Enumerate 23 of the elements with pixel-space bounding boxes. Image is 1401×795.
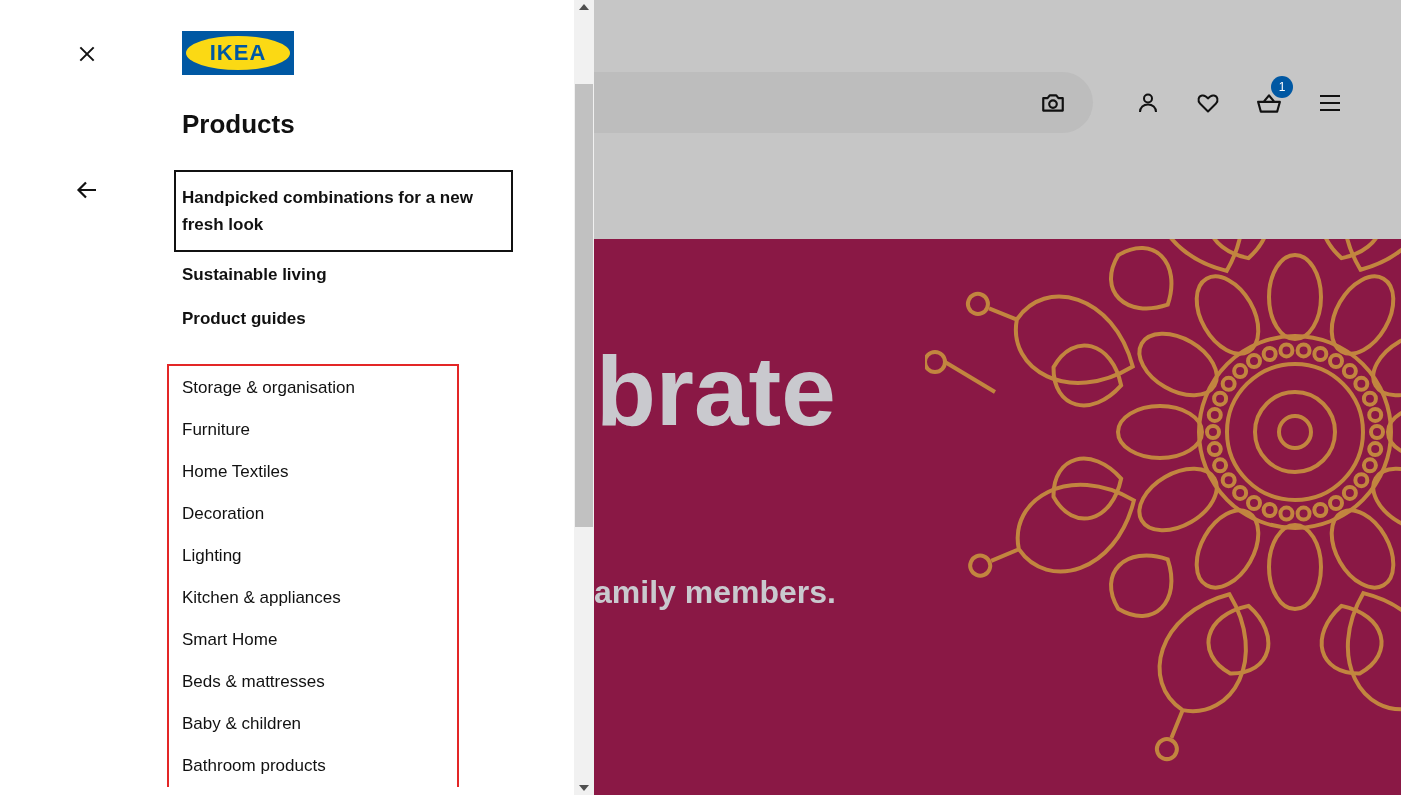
cart-count-badge: 1	[1271, 75, 1293, 98]
category-link[interactable]: Smart Home	[182, 619, 278, 661]
category-link[interactable]: Decoration	[182, 493, 265, 535]
category-link[interactable]: Furniture	[182, 409, 251, 451]
banner-headline: brate	[596, 341, 836, 441]
category-link[interactable]: Bathroom products	[182, 745, 326, 787]
category-link[interactable]: Home Textiles	[182, 451, 289, 493]
scroll-down-icon[interactable]	[579, 785, 589, 791]
category-link[interactable]: Baby & children	[182, 703, 302, 745]
scroll-up-icon[interactable]	[579, 4, 589, 10]
menu-heading: Products	[182, 108, 296, 140]
scrollbar-thumb[interactable]	[575, 84, 593, 527]
menu-link[interactable]: Sustainable living	[174, 253, 513, 296]
category-link[interactable]: Beds & mattresses	[182, 661, 325, 703]
logo[interactable]: IKEA	[182, 31, 294, 75]
category-link[interactable]: Kitchen & appliances	[182, 577, 341, 619]
scrollbar[interactable]	[574, 0, 594, 795]
menu-link[interactable]: Handpicked combinations for a new fresh look	[174, 170, 513, 252]
category-link[interactable]: Lighting	[182, 535, 242, 577]
category-link[interactable]: Storage & organisation	[182, 367, 355, 409]
banner-subline: amily members.	[594, 573, 836, 611]
close-icon[interactable]	[77, 44, 97, 64]
menu-link[interactable]: Product guides	[174, 297, 513, 340]
